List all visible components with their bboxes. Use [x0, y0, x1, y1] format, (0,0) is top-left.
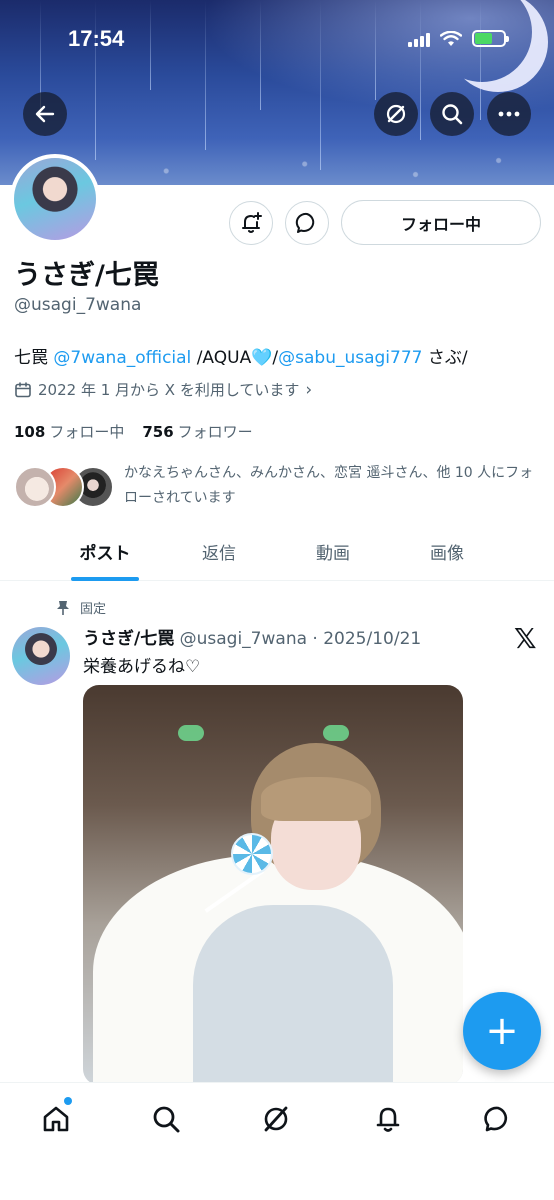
followed-by-avatars[interactable]: [14, 466, 114, 508]
post-header: うさぎ/七罠 @usagi_7wana · 2025/10/21: [83, 624, 421, 649]
bio-mention-link[interactable]: @sabu_usagi777: [278, 348, 422, 368]
followers-label: フォロワー: [177, 423, 253, 441]
wifi-icon: [440, 30, 462, 46]
post-avatar[interactable]: [12, 627, 70, 685]
tab-images[interactable]: 画像: [390, 530, 504, 580]
pin-icon: [57, 600, 69, 615]
profile-bio: 七罠 @7wana_official /AQUA🩵/@sabu_usagi777…: [14, 343, 468, 368]
more-icon: [498, 111, 520, 117]
message-icon: [295, 212, 315, 233]
nav-search[interactable]: [146, 1099, 186, 1139]
notify-button[interactable]: [229, 201, 273, 245]
nav-notifications[interactable]: [368, 1099, 408, 1139]
bell-plus-icon: [242, 212, 262, 233]
grok-button[interactable]: [374, 92, 418, 136]
battery-icon: [472, 30, 509, 47]
profile-avatar[interactable]: [10, 154, 100, 244]
more-button[interactable]: [487, 92, 531, 136]
joined-text: 2022 年 1 月から X を利用しています: [38, 381, 300, 399]
message-icon: [484, 1106, 508, 1132]
tab-videos[interactable]: 動画: [276, 530, 390, 580]
x-logo-icon: 𝕏: [514, 622, 537, 655]
nav-home[interactable]: [36, 1099, 76, 1139]
following-count-link[interactable]: 108 フォロー中: [14, 421, 124, 442]
display-name: うさぎ/七罠: [14, 260, 159, 291]
post-image[interactable]: [83, 685, 463, 1085]
heart-emoji: 🩵: [251, 348, 273, 368]
nav-grok[interactable]: [256, 1099, 296, 1139]
notification-dot: [64, 1097, 72, 1105]
following-label: フォロー中: [49, 423, 125, 441]
bottom-nav: [0, 1082, 554, 1200]
pinned-indicator: 固定: [56, 598, 106, 617]
follow-counts: 108 フォロー中 756 フォロワー: [14, 421, 253, 442]
profile-handle: @usagi_7wana: [14, 295, 142, 315]
chevron-right-icon: ›: [305, 379, 313, 400]
joined-date[interactable]: 2022 年 1 月から X を利用しています ›: [14, 379, 312, 400]
home-icon: [43, 1106, 69, 1132]
search-icon: [153, 1106, 180, 1133]
followers-count: 756: [142, 423, 174, 441]
search-icon: [442, 104, 463, 125]
search-button[interactable]: [430, 92, 474, 136]
grok-icon: [386, 104, 406, 124]
followed-by-text[interactable]: かなえちゃんさん、みんかさん、恋宮 遥斗さん、他 10 人にフォローされています: [124, 461, 544, 511]
post-meta: @usagi_7wana · 2025/10/21: [174, 629, 422, 649]
bio-text: /AQUA: [191, 348, 252, 368]
followers-count-link[interactable]: 756 フォロワー: [142, 421, 252, 442]
pinned-label: 固定: [80, 602, 107, 617]
plus-icon: +: [485, 1008, 519, 1054]
avatar: [14, 466, 56, 508]
tab-posts[interactable]: ポスト: [48, 530, 162, 581]
bio-text: さぶ/: [422, 348, 468, 368]
status-time: 17:54: [68, 26, 125, 51]
profile-tabs: ポスト 返信 動画 画像: [0, 530, 554, 581]
arrow-left-icon: [35, 105, 55, 123]
message-button[interactable]: [285, 201, 329, 245]
bell-icon: [376, 1107, 400, 1132]
following-button[interactable]: フォロー中: [341, 200, 541, 245]
tab-replies[interactable]: 返信: [162, 530, 276, 580]
signal-icon: [408, 31, 430, 47]
bio-text: 七罠: [14, 348, 54, 368]
post-text: 栄養あげるね♡: [83, 657, 201, 677]
nav-messages[interactable]: [478, 1099, 518, 1139]
calendar-icon: [15, 381, 31, 397]
bio-mention-link[interactable]: @7wana_official: [53, 348, 191, 368]
post-author-name[interactable]: うさぎ/七罠: [83, 629, 174, 649]
following-count: 108: [14, 423, 46, 441]
compose-button[interactable]: +: [463, 992, 541, 1070]
back-button[interactable]: [23, 92, 67, 136]
grok-icon: [264, 1106, 288, 1132]
status-icons: [408, 30, 509, 47]
